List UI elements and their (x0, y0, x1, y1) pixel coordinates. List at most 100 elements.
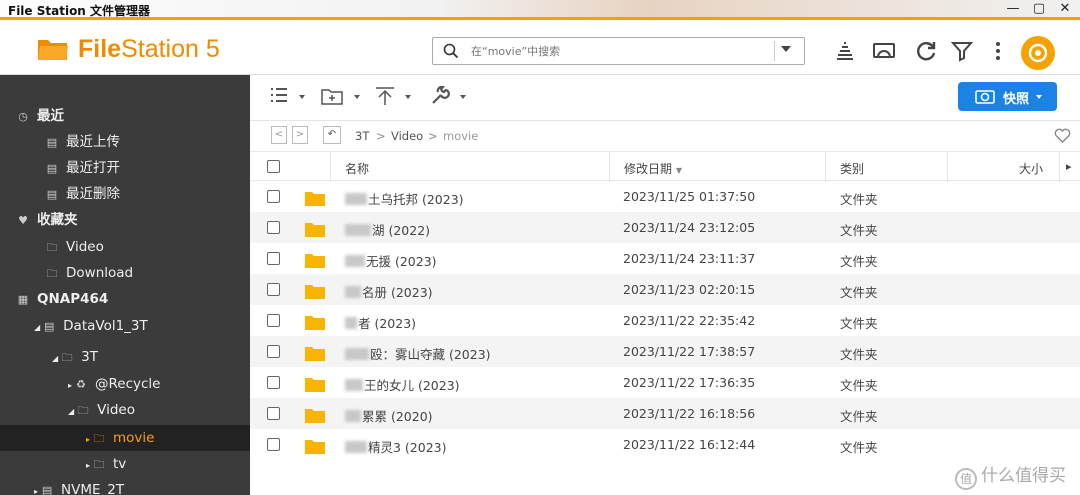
back-button[interactable]: < (271, 126, 287, 144)
clock-icon: ◷ (18, 110, 28, 123)
row-checkbox[interactable] (267, 407, 280, 420)
view-mode-button[interactable] (270, 86, 310, 108)
file-date: 2023/11/22 16:18:56 (623, 406, 756, 421)
list-view-icon (271, 88, 287, 102)
sidebar-item-nvme[interactable]: ▸ ▤ NVME_2T (34, 477, 124, 495)
expanded-caret-icon[interactable]: ◢ (52, 354, 58, 363)
column-size[interactable]: 大小 (1019, 160, 1043, 177)
more-options-icon[interactable] (986, 39, 1010, 63)
sidebar-item-movie[interactable]: ▸ 🗀 movie (0, 425, 250, 451)
sidebar-item-recent-upload[interactable]: ▤ 最近上传 (45, 129, 120, 155)
collapsed-caret-icon[interactable]: ▸ (68, 381, 72, 390)
table-row[interactable]: 者 (2023) 2023/11/22 22:35:42 文件夹 (250, 305, 1080, 336)
column-options-icon[interactable]: ▸ (1066, 160, 1072, 173)
row-checkbox[interactable] (267, 221, 280, 234)
snapshot-button[interactable]: 快照 (958, 82, 1057, 111)
filter-icon[interactable] (950, 39, 974, 63)
sidebar-item-3t[interactable]: ◢ 🗀 3T (52, 344, 98, 370)
table-row[interactable]: 殴：雾山夺藏 (2023) 2023/11/22 17:38:57 文件夹 (250, 336, 1080, 367)
sidebar-item-recent-open[interactable]: ▤ 最近打开 (45, 155, 120, 181)
folder-icon (305, 440, 325, 454)
file-name[interactable]: 累累 (2020) (345, 406, 433, 425)
media-cast-icon[interactable] (872, 39, 896, 63)
sidebar-item-qnap464[interactable]: ▦ QNAP464 (16, 286, 109, 312)
list-icon: ▤ (46, 188, 58, 201)
file-type: 文件夹 (840, 316, 878, 331)
server-icon: ▦ (17, 293, 29, 306)
maximize-icon[interactable]: ▢ (1030, 1, 1048, 17)
search-options-chevron-down-icon[interactable] (781, 46, 791, 52)
folder-icon: 🗀 (93, 458, 105, 471)
row-checkbox[interactable] (267, 438, 280, 451)
upload-button[interactable] (374, 86, 414, 108)
sidebar-item-favorites[interactable]: ♥ 收藏夹 (16, 207, 77, 233)
file-name[interactable]: 者 (2023) (345, 313, 416, 332)
folder-icon (305, 254, 325, 268)
expanded-caret-icon[interactable]: ◢ (68, 407, 74, 416)
filestation-logo-icon (38, 40, 68, 60)
collapsed-caret-icon[interactable]: ▸ (86, 435, 90, 444)
folder-icon (305, 285, 325, 299)
table-row[interactable]: 湖 (2022) 2023/11/24 23:12:05 文件夹 (250, 212, 1080, 243)
background-tasks-icon[interactable] (833, 39, 857, 63)
file-name[interactable]: 土乌托邦 (2023) (345, 189, 464, 208)
list-icon: ▤ (46, 162, 58, 175)
sidebar-item-datavol1[interactable]: ◢ ▤ DataVol1_3T (34, 313, 148, 339)
table-row[interactable]: 土乌托邦 (2023) 2023/11/25 01:37:50 文件夹 (250, 181, 1080, 212)
file-date: 2023/11/25 01:37:50 (623, 189, 756, 204)
column-name[interactable]: 名称 (345, 160, 369, 177)
sidebar-item-recent-delete[interactable]: ▤ 最近删除 (45, 181, 120, 207)
row-checkbox[interactable] (267, 283, 280, 296)
file-name[interactable]: 无援 (2023) (345, 251, 437, 270)
collapsed-caret-icon[interactable]: ▸ (34, 487, 38, 495)
file-name[interactable]: 殴：雾山夺藏 (2023) (345, 344, 491, 363)
main-panel: 快照 < > ↶ 3T > Video > movie 名称 修改日期 ▼ 类别… (250, 75, 1080, 495)
sidebar-item-fav-download[interactable]: 🗀 Download (45, 260, 134, 286)
sidebar: ◷ 最近 ▤ 最近上传 ▤ 最近打开 ▤ 最近删除 ♥ 收藏夹 🗀 Video 🗀 Downl… (0, 75, 250, 495)
search-input[interactable] (471, 42, 791, 60)
column-type[interactable]: 类别 (840, 160, 864, 177)
sidebar-item-fav-video[interactable]: 🗀 Video (45, 234, 104, 260)
table-row[interactable]: 精灵3 (2023) 2023/11/22 16:12:44 文件夹 (250, 429, 1080, 460)
window-title: File Station 文件管理器 (8, 4, 151, 18)
avatar[interactable] (1021, 36, 1055, 70)
forward-button[interactable]: > (292, 126, 308, 144)
sidebar-item-recent[interactable]: ◷ 最近 (16, 103, 64, 129)
sidebar-item-tv[interactable]: ▸ 🗀 tv (86, 451, 126, 477)
favorite-heart-icon[interactable] (1054, 128, 1071, 143)
collapsed-caret-icon[interactable]: ▸ (86, 461, 90, 470)
close-icon[interactable]: ✕ (1056, 1, 1074, 17)
file-name[interactable]: 湖 (2022) (345, 220, 430, 239)
select-all-checkbox[interactable] (267, 160, 280, 173)
row-checkbox[interactable] (267, 345, 280, 358)
breadcrumb-item-3t[interactable]: 3T (355, 129, 369, 143)
file-name[interactable]: 王的女儿 (2023) (345, 375, 460, 394)
table-row[interactable]: 名册 (2023) 2023/11/23 02:20:15 文件夹 (250, 274, 1080, 305)
file-date: 2023/11/22 17:38:57 (623, 344, 756, 359)
table-row[interactable]: 累累 (2020) 2023/11/22 16:18:56 文件夹 (250, 398, 1080, 429)
file-name[interactable]: 精灵3 (2023) (345, 437, 447, 456)
file-date: 2023/11/22 22:35:42 (623, 313, 756, 328)
table-row[interactable]: 王的女儿 (2023) 2023/11/22 17:36:35 文件夹 (250, 367, 1080, 398)
refresh-icon[interactable] (914, 39, 938, 63)
file-name[interactable]: 名册 (2023) (345, 282, 433, 301)
parent-folder-button[interactable]: ↶ (323, 126, 341, 144)
sidebar-item-recycle[interactable]: ▸ ♻ @Recycle (68, 371, 161, 397)
minimize-icon[interactable]: — (1004, 1, 1022, 17)
heart-icon: ♥ (18, 214, 28, 227)
expanded-caret-icon[interactable]: ◢ (34, 323, 40, 332)
folder-icon: 🗀 (46, 267, 58, 280)
folder-icon (305, 378, 325, 392)
file-type: 文件夹 (840, 409, 878, 424)
row-checkbox[interactable] (267, 190, 280, 203)
column-modified[interactable]: 修改日期 ▼ (624, 160, 682, 177)
table-row[interactable]: 无援 (2023) 2023/11/24 23:11:37 文件夹 (250, 243, 1080, 274)
row-checkbox[interactable] (267, 314, 280, 327)
create-folder-button[interactable] (320, 86, 362, 108)
tools-button[interactable] (430, 85, 470, 108)
row-checkbox[interactable] (267, 376, 280, 389)
sidebar-item-video[interactable]: ◢ 🗀 Video (68, 397, 135, 423)
folder-icon (305, 223, 325, 237)
row-checkbox[interactable] (267, 252, 280, 265)
breadcrumb-item-video[interactable]: Video (391, 129, 423, 143)
